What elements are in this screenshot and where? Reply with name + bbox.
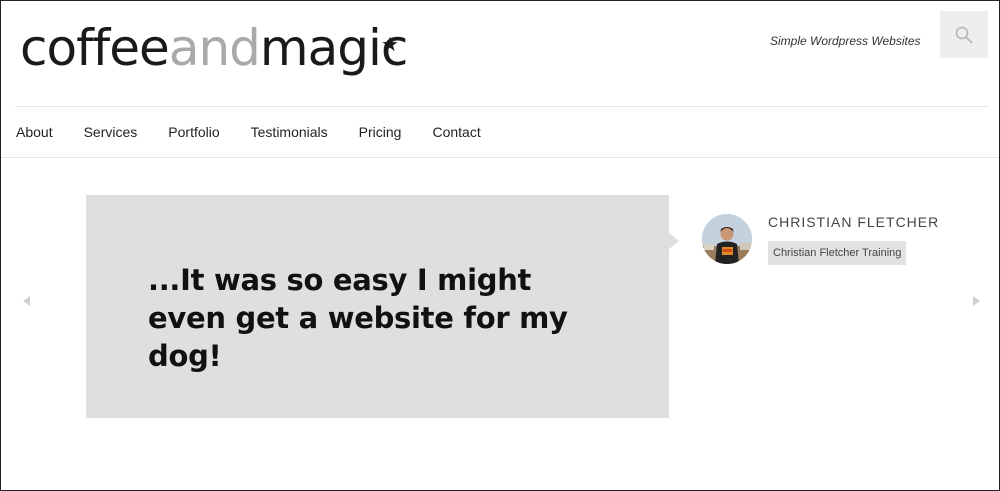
search-icon [955, 26, 973, 43]
slider-prev-chevron-left-icon[interactable] [23, 296, 30, 306]
main-nav: About Services Portfolio Testimonials Pr… [16, 124, 512, 140]
site-tagline: Simple Wordpress Websites [770, 34, 921, 48]
nav-testimonials[interactable]: Testimonials [251, 124, 328, 140]
nav-about[interactable]: About [16, 124, 53, 140]
testimonial-quote: ...It was so easy I might even get a web… [148, 263, 568, 373]
logo-star-icon: ★ [381, 32, 399, 56]
quote-pointer [669, 233, 679, 249]
testimonial-author-name: CHRISTIAN FLETCHER [768, 214, 940, 230]
nav-divider [1, 157, 999, 158]
nav-pricing[interactable]: Pricing [359, 124, 402, 140]
nav-contact[interactable]: Contact [432, 124, 480, 140]
search-button[interactable] [940, 11, 988, 58]
avatar-photo [702, 214, 752, 264]
testimonial-author-company-tag[interactable]: Christian Fletcher Training [768, 241, 907, 265]
logo-word-coffee: coffee [20, 19, 170, 77]
author-avatar [702, 214, 752, 264]
site-logo[interactable]: coffeeandmagic ★ [20, 18, 408, 78]
header-divider [15, 106, 989, 107]
testimonial-quote-box: ...It was so easy I might even get a web… [86, 195, 669, 418]
nav-services[interactable]: Services [84, 124, 138, 140]
nav-portfolio[interactable]: Portfolio [168, 124, 219, 140]
logo-word-and: and [168, 19, 261, 77]
slider-next-chevron-right-icon[interactable] [973, 296, 980, 306]
